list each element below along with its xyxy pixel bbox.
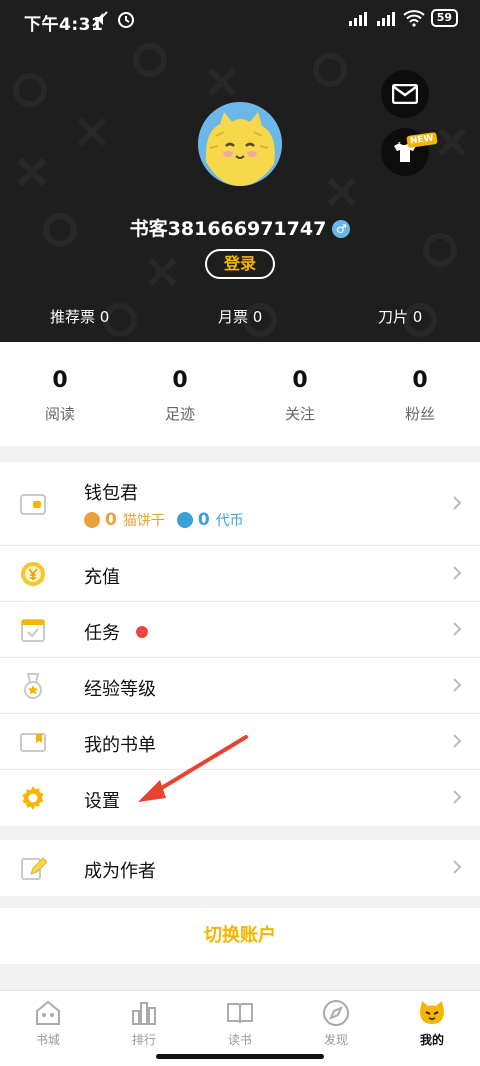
stat-value: 0 xyxy=(172,368,188,393)
profile-header: 下午4:31 59 NEW 书客381666971747 ♂ 登录 推荐票 0 … xyxy=(0,0,480,342)
user-stats: 0 阅读 0 足迹 0 关注 0 粉丝 xyxy=(0,342,480,446)
notification-dot xyxy=(136,626,148,638)
nav-label: 书城 xyxy=(35,1033,60,1047)
nav-discover[interactable]: 发现 xyxy=(288,999,384,1048)
book-icon xyxy=(227,1003,253,1024)
nav-ranking[interactable]: 排行 xyxy=(96,999,192,1048)
menu-item-become-author[interactable]: 成为作者 xyxy=(0,840,480,896)
chevron-right-icon xyxy=(453,790,462,804)
chevron-right-icon xyxy=(453,734,462,748)
menu-label: 设置 xyxy=(84,791,120,812)
stat-label: 阅读 xyxy=(44,405,75,423)
stat-value: 0 xyxy=(292,368,308,393)
booklist-icon xyxy=(20,733,46,752)
status-left-icons xyxy=(90,9,136,29)
stat-label: 粉丝 xyxy=(404,405,435,423)
bookstore-icon xyxy=(36,1000,60,1025)
nav-reading[interactable]: 读书 xyxy=(192,999,288,1048)
menu-label: 成为作者 xyxy=(84,861,156,882)
cookie-label: 猫饼干 xyxy=(122,513,165,529)
stat-footprints[interactable]: 0 足迹 xyxy=(120,368,240,424)
stat-following[interactable]: 0 关注 xyxy=(240,368,360,424)
menu-label: 任务 xyxy=(84,623,120,644)
chevron-right-icon xyxy=(453,496,462,510)
gear-icon xyxy=(22,786,44,810)
menu-item-recharge[interactable]: 充值 xyxy=(0,546,480,602)
stat-reading[interactable]: 0 阅读 xyxy=(0,368,120,424)
cookie-value: 0 xyxy=(105,510,117,530)
male-icon: ♂ xyxy=(332,220,351,238)
login-button[interactable]: 登录 xyxy=(205,249,275,279)
menu-item-wallet[interactable]: 钱包君 0 猫饼干 0 代币 xyxy=(0,462,480,546)
cookie-icon xyxy=(84,512,100,528)
wallet-icon xyxy=(20,494,46,515)
signal-2-icon xyxy=(376,12,395,26)
menu-item-settings[interactable]: 设置 xyxy=(0,770,480,826)
cat-avatar-icon xyxy=(198,102,282,186)
nav-mine[interactable]: 我的 xyxy=(384,999,480,1048)
dressup-button[interactable]: NEW xyxy=(381,128,438,176)
menu-list: 钱包君 0 猫饼干 0 代币 充值 任务 经验等级 我的书单 设置 xyxy=(0,462,480,826)
nav-label: 排行 xyxy=(131,1033,156,1047)
alarm-icon xyxy=(118,12,134,28)
username: 书客381666971747 xyxy=(129,218,327,240)
calendar-check-icon xyxy=(21,619,45,642)
chevron-right-icon xyxy=(453,860,462,874)
chevron-right-icon xyxy=(453,622,462,636)
nav-label: 我的 xyxy=(419,1033,444,1047)
chevron-right-icon xyxy=(453,566,462,580)
token-label: 代币 xyxy=(215,513,244,529)
pencil-paper-icon xyxy=(21,857,47,880)
wifi-icon xyxy=(403,10,425,27)
menu-item-level[interactable]: 经验等级 xyxy=(0,658,480,714)
stat-value: 0 xyxy=(412,368,428,393)
avatar[interactable] xyxy=(198,102,282,186)
home-indicator[interactable] xyxy=(156,1054,324,1059)
blade-ticket[interactable]: 刀片 0 xyxy=(378,306,422,327)
status-right-icons: 59 xyxy=(347,9,458,27)
stat-label: 关注 xyxy=(284,405,315,423)
stat-followers[interactable]: 0 粉丝 xyxy=(360,368,480,424)
token-icon xyxy=(176,512,193,528)
signal-1-icon xyxy=(348,12,367,26)
menu-item-tasks[interactable]: 任务 xyxy=(0,602,480,658)
yuan-coin-icon xyxy=(21,562,45,586)
username-row: 书客381666971747 ♂ xyxy=(0,214,480,241)
menu-item-booklist[interactable]: 我的书单 xyxy=(0,714,480,770)
nav-label: 读书 xyxy=(227,1033,252,1047)
mute-icon xyxy=(92,11,108,27)
messages-button[interactable] xyxy=(381,70,429,118)
wallet-balances: 0 猫饼干 0 代币 xyxy=(84,510,244,530)
ranking-icon xyxy=(132,1002,156,1025)
menu-label: 经验等级 xyxy=(84,679,156,700)
menu-label: 我的书单 xyxy=(84,735,156,756)
profile-screen: 下午4:31 59 NEW 书客381666971747 ♂ 登录 推荐票 0 … xyxy=(0,0,480,1066)
wallet-title: 钱包君 xyxy=(84,483,138,504)
token-value: 0 xyxy=(197,510,210,530)
status-bar: 下午4:31 59 xyxy=(0,0,480,40)
nav-label: 发现 xyxy=(323,1033,348,1047)
nav-bookstore[interactable]: 书城 xyxy=(0,999,96,1048)
cat-face-icon xyxy=(420,1001,444,1024)
switch-account-button[interactable]: 切换账户 xyxy=(0,908,480,964)
medal-icon xyxy=(24,673,42,699)
recommend-ticket[interactable]: 推荐票 0 xyxy=(50,306,109,327)
battery-indicator: 59 xyxy=(430,9,458,27)
stat-value: 0 xyxy=(52,368,68,393)
mail-icon xyxy=(392,84,418,104)
stat-label: 足迹 xyxy=(164,405,195,423)
menu-label: 充值 xyxy=(84,567,120,588)
monthly-ticket[interactable]: 月票 0 xyxy=(218,306,262,327)
compass-icon xyxy=(323,1000,349,1026)
chevron-right-icon xyxy=(453,678,462,692)
